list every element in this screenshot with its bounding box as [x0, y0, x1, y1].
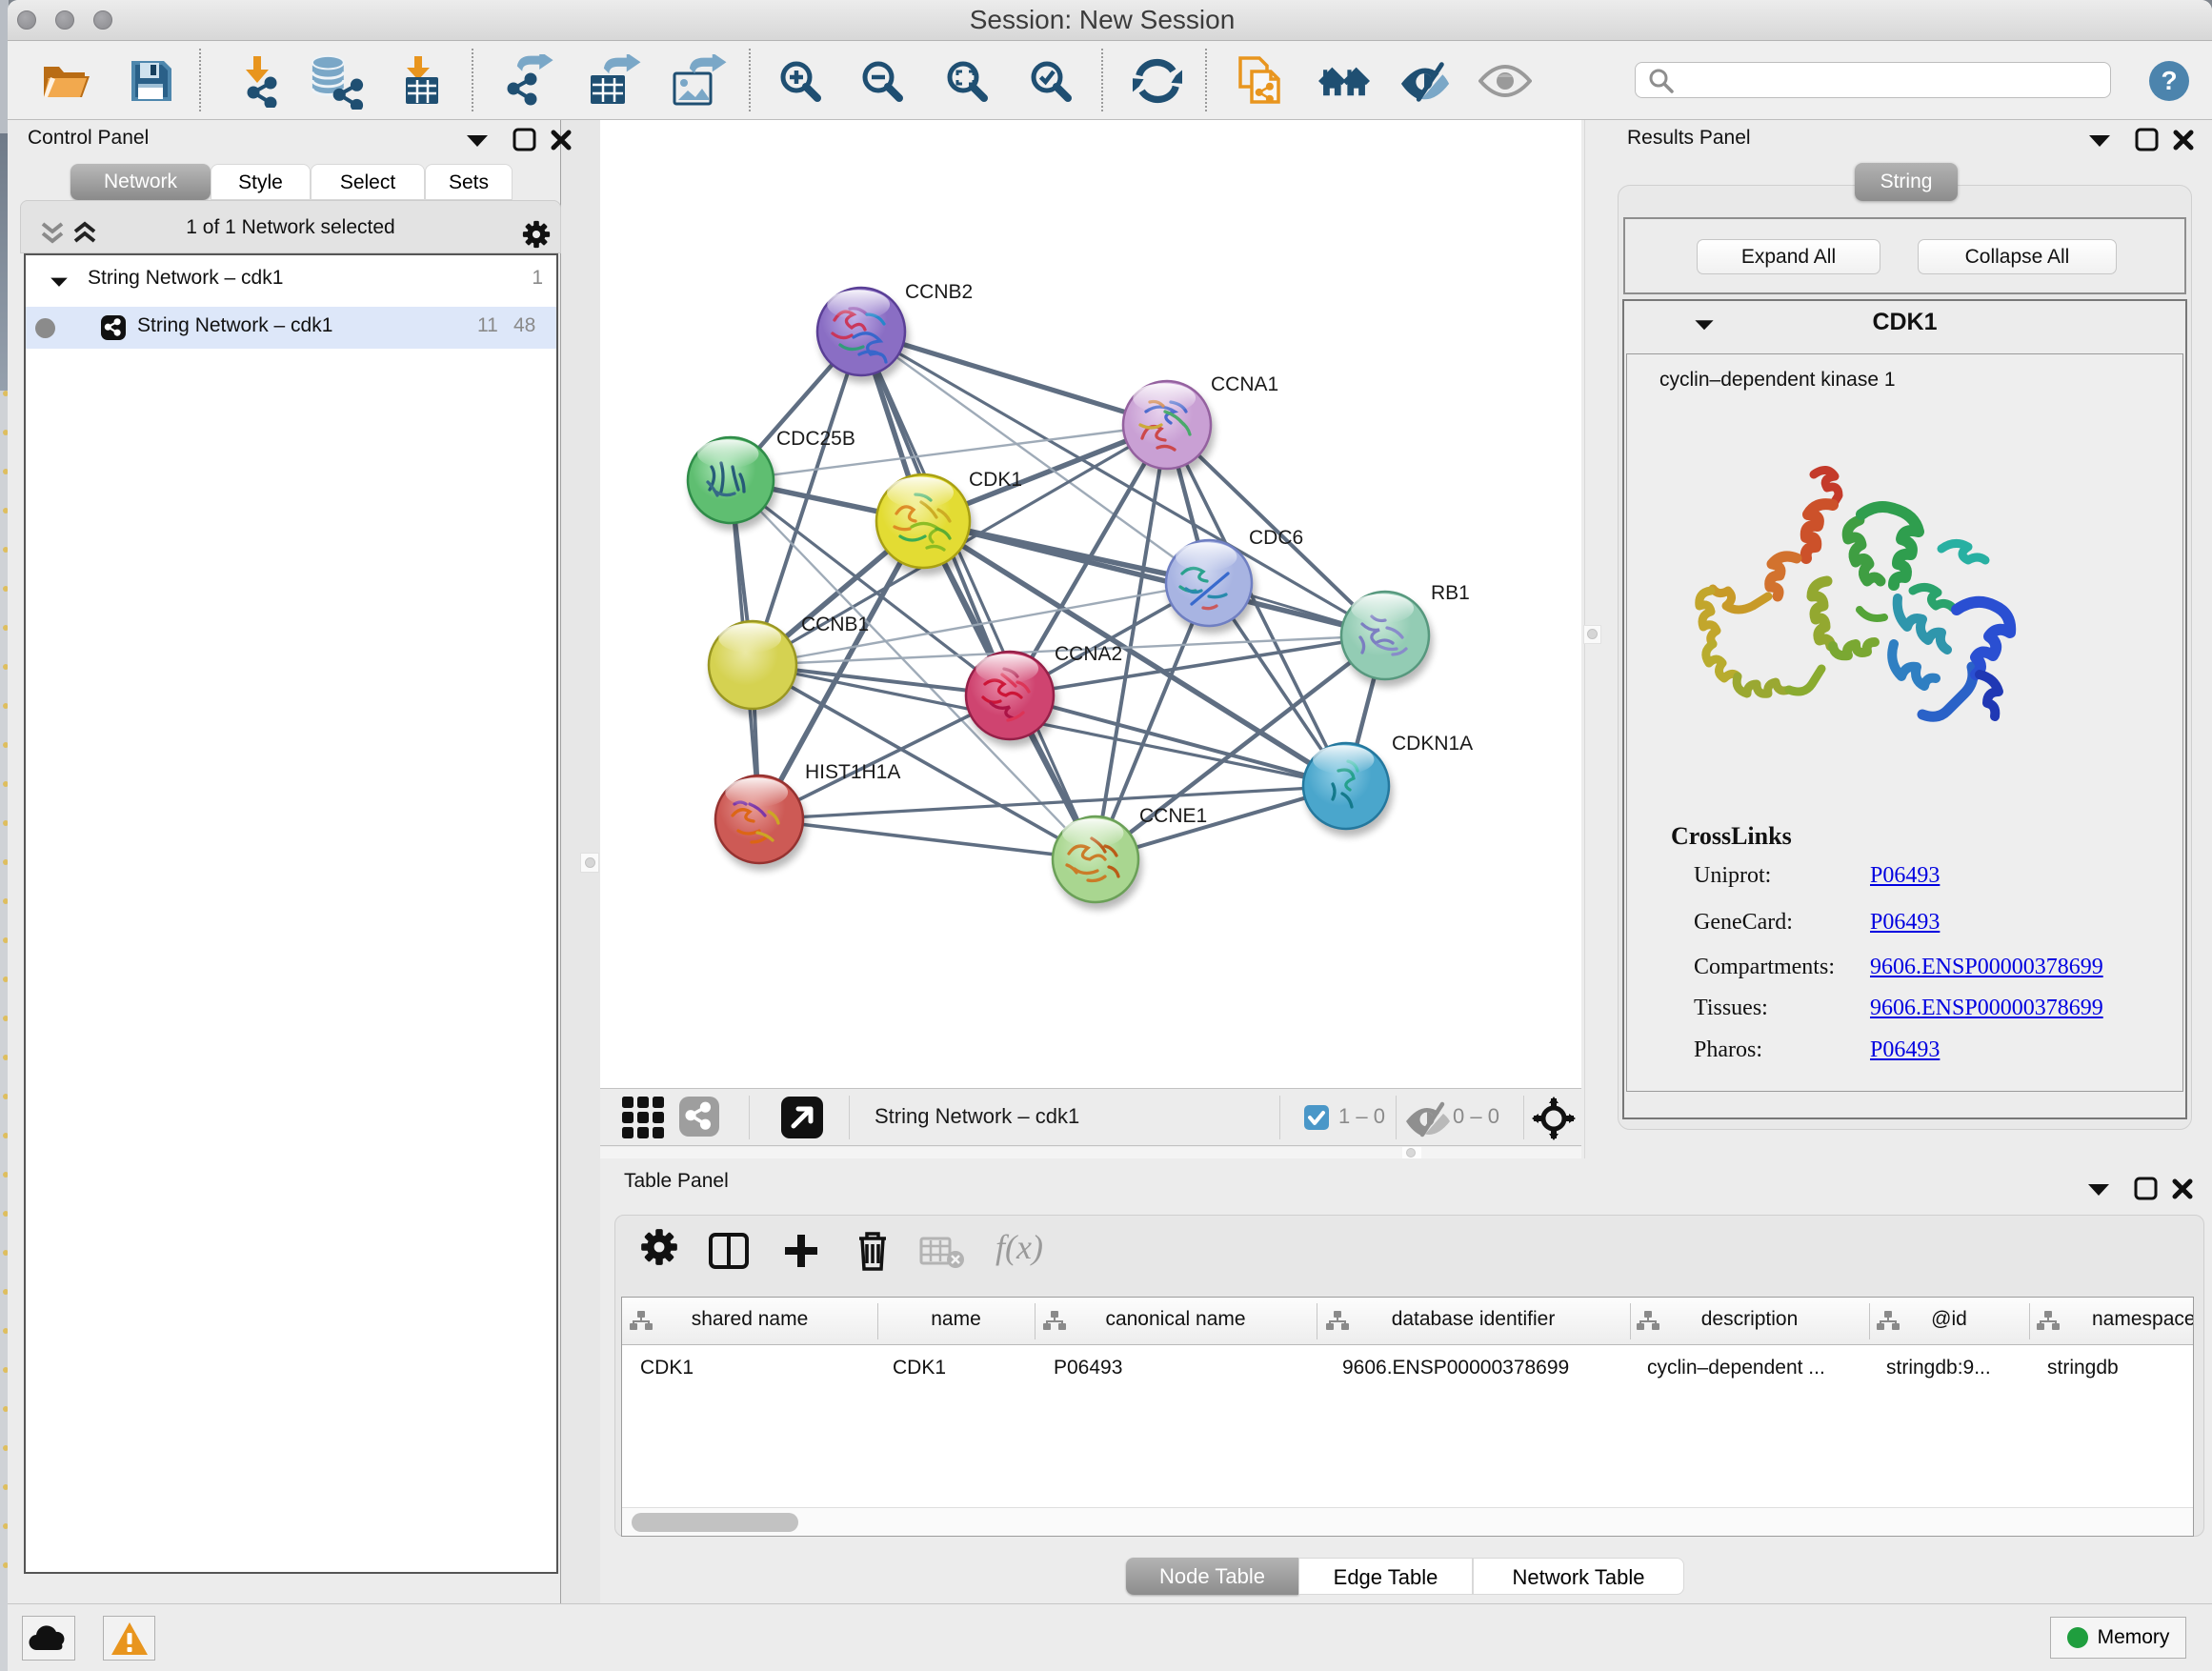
svg-text:CCNE1: CCNE1 — [1139, 805, 1207, 827]
svg-text:CDK1: CDK1 — [969, 469, 1022, 491]
svg-text:CCNB1: CCNB1 — [801, 614, 869, 635]
svg-text:CCNA2: CCNA2 — [1055, 643, 1122, 665]
svg-text:RB1: RB1 — [1431, 582, 1470, 604]
svg-text:CDC25B: CDC25B — [776, 428, 855, 450]
svg-text:CDC6: CDC6 — [1249, 527, 1303, 549]
svg-text:?: ? — [2161, 66, 2177, 95]
svg-text:CDKN1A: CDKN1A — [1392, 733, 1473, 755]
svg-text:HIST1H1A: HIST1H1A — [805, 761, 900, 783]
svg-text:CCNB2: CCNB2 — [905, 281, 973, 303]
svg-text:CCNA1: CCNA1 — [1211, 373, 1278, 395]
